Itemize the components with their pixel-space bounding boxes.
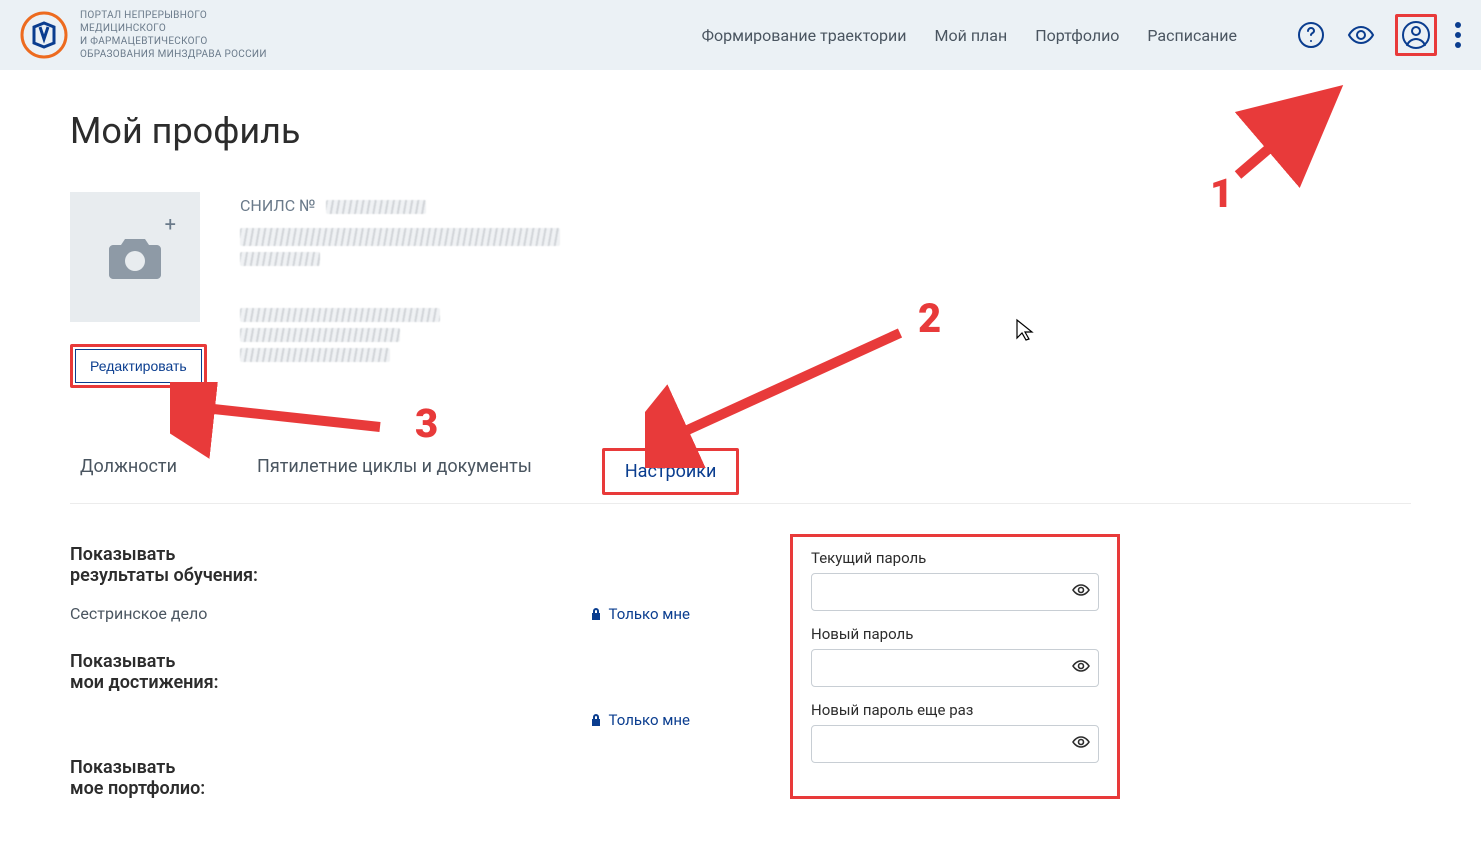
nav-trajectory[interactable]: Формирование траектории bbox=[702, 26, 907, 45]
snils-label: СНИЛС № bbox=[240, 194, 1411, 220]
current-password-label: Текущий пароль bbox=[811, 549, 1099, 567]
toggle-visibility-icon[interactable] bbox=[1071, 732, 1091, 756]
profile-summary: + Редактировать СНИЛС № bbox=[70, 192, 1411, 388]
redacted-line bbox=[240, 252, 320, 266]
show-results-label: Показывать результаты обучения: bbox=[70, 544, 690, 586]
visibility-icon[interactable] bbox=[1345, 19, 1377, 51]
nav-schedule[interactable]: Расписание bbox=[1147, 26, 1237, 45]
toggle-visibility-icon[interactable] bbox=[1071, 580, 1091, 604]
logo-block[interactable]: ПОРТАЛ НЕПРЕРЫВНОГО МЕДИЦИНСКОГО И ФАРМА… bbox=[20, 9, 267, 61]
lock-icon bbox=[589, 713, 603, 727]
tab-cycles[interactable]: Пятилетние циклы и документы bbox=[247, 448, 542, 495]
settings-left: Показывать результаты обучения: Сестринс… bbox=[70, 534, 690, 799]
logo-text: ПОРТАЛ НЕПРЕРЫВНОГО МЕДИЦИНСКОГО И ФАРМА… bbox=[80, 9, 267, 61]
repeat-password-label: Новый пароль еще раз bbox=[811, 701, 1099, 719]
repeat-password-input[interactable] bbox=[811, 725, 1099, 763]
tab-settings[interactable]: Настройки bbox=[607, 453, 735, 490]
main-nav: Формирование траектории Мой план Портфол… bbox=[702, 14, 1461, 56]
profile-icon-highlight bbox=[1395, 14, 1437, 56]
nav-portfolio[interactable]: Портфолио bbox=[1035, 26, 1119, 45]
new-password-group: Новый пароль bbox=[811, 625, 1099, 687]
show-achievements-label: Показывать мои достижения: bbox=[70, 651, 690, 693]
profile-tabs: Должности Пятилетние циклы и документы Н… bbox=[70, 448, 1411, 504]
achievements-row: Только мне bbox=[70, 711, 690, 729]
edit-button-highlight: Редактировать bbox=[70, 344, 207, 388]
results-row: Сестринское дело Только мне bbox=[70, 604, 690, 623]
page-body: Мой профиль + Редактировать СНИЛС № bbox=[0, 70, 1481, 839]
new-password-input[interactable] bbox=[811, 649, 1099, 687]
tab-positions[interactable]: Должности bbox=[70, 448, 187, 495]
edit-button[interactable]: Редактировать bbox=[75, 349, 202, 383]
lock-icon bbox=[589, 607, 603, 621]
repeat-password-group: Новый пароль еще раз bbox=[811, 701, 1099, 763]
password-panel-highlight: Текущий пароль Новый пароль bbox=[790, 534, 1120, 799]
current-password-input[interactable] bbox=[811, 573, 1099, 611]
profile-info: СНИЛС № bbox=[240, 192, 1411, 388]
redacted-line bbox=[240, 348, 390, 362]
plus-icon: + bbox=[165, 212, 176, 236]
privacy-toggle-results[interactable]: Только мне bbox=[589, 605, 690, 623]
annotation-number-3: 3 bbox=[415, 400, 438, 447]
settings-area: Показывать результаты обучения: Сестринс… bbox=[70, 534, 1411, 799]
current-password-group: Текущий пароль bbox=[811, 549, 1099, 611]
avatar-column: + Редактировать bbox=[70, 192, 210, 388]
help-icon[interactable] bbox=[1295, 19, 1327, 51]
page-title: Мой профиль bbox=[70, 110, 1411, 152]
specialty: Сестринское дело bbox=[70, 604, 207, 623]
privacy-toggle-achievements[interactable]: Только мне bbox=[589, 711, 690, 729]
redacted-name-line bbox=[240, 228, 560, 246]
tab-settings-highlight: Настройки bbox=[602, 448, 740, 495]
avatar-placeholder[interactable]: + bbox=[70, 192, 200, 322]
redacted-line bbox=[240, 328, 400, 342]
redacted-line bbox=[240, 308, 440, 322]
show-portfolio-label: Показывать мое портфолио: bbox=[70, 757, 690, 799]
toggle-visibility-icon[interactable] bbox=[1071, 656, 1091, 680]
nav-plan[interactable]: Мой план bbox=[935, 26, 1008, 45]
camera-icon bbox=[105, 233, 165, 281]
snils-value-redacted bbox=[326, 200, 426, 214]
profile-icon[interactable] bbox=[1400, 19, 1432, 51]
nav-icons bbox=[1295, 14, 1461, 56]
new-password-label: Новый пароль bbox=[811, 625, 1099, 643]
logo-icon bbox=[20, 11, 68, 59]
app-header: ПОРТАЛ НЕПРЕРЫВНОГО МЕДИЦИНСКОГО И ФАРМА… bbox=[0, 0, 1481, 70]
more-icon[interactable] bbox=[1455, 22, 1461, 48]
